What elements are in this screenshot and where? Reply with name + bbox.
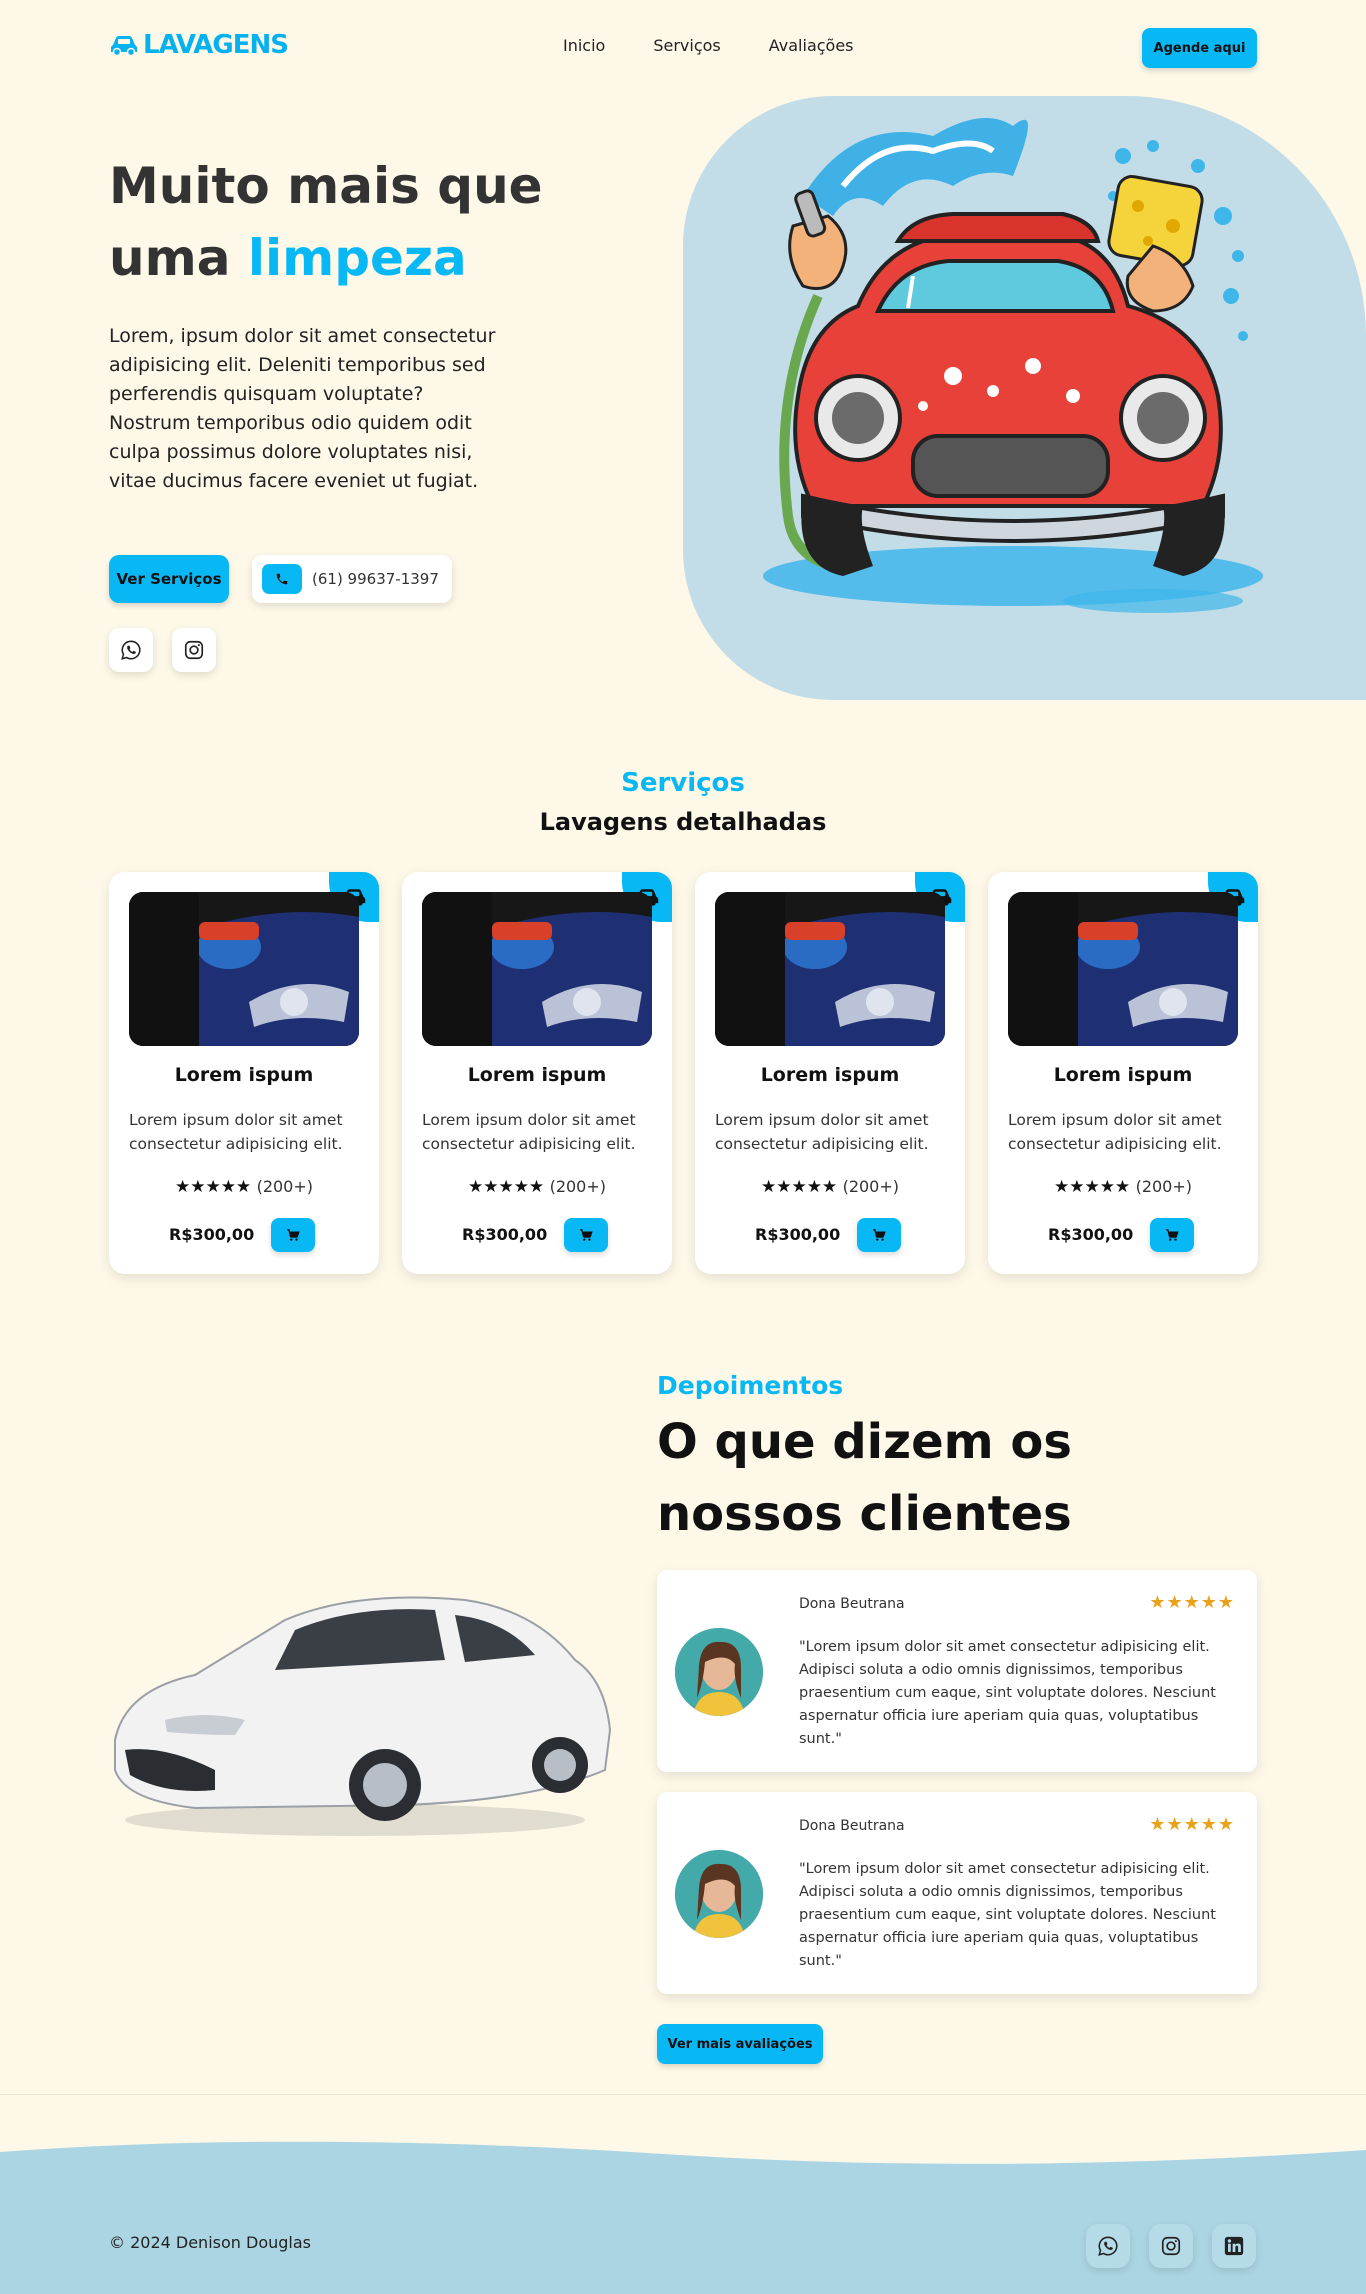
add-to-cart-button[interactable] bbox=[857, 1218, 901, 1252]
hero-whatsapp-button[interactable] bbox=[109, 628, 153, 672]
service-card: Lorem ispum Lorem ipsum dolor sit amet c… bbox=[988, 872, 1258, 1274]
service-photo bbox=[129, 892, 359, 1046]
section-divider bbox=[0, 2094, 1366, 2095]
hero-title-line2: uma bbox=[109, 229, 248, 287]
service-description: Lorem ipsum dolor sit amet consectetur a… bbox=[422, 1111, 636, 1153]
testimonial-card: Dona Beutrana ★★★★★ "Lorem ipsum dolor s… bbox=[657, 1570, 1257, 1772]
service-photo bbox=[422, 892, 652, 1046]
car-icon bbox=[111, 36, 137, 56]
phone-icon bbox=[262, 564, 302, 594]
service-title: Lorem ispum bbox=[1053, 1064, 1193, 1086]
nav-avaliacoes[interactable]: Avaliações bbox=[769, 36, 854, 55]
review-text: "Lorem ipsum dolor sit amet consectetur … bbox=[799, 1861, 1216, 1969]
ver-servicos-button[interactable]: Ver Serviços bbox=[109, 555, 229, 603]
logo-text: LAVAGENS bbox=[143, 30, 289, 60]
phone-number: (61) 99637-1397 bbox=[312, 570, 439, 588]
testimonials-subtitle: Depoimentos bbox=[657, 1371, 844, 1400]
service-price: R$300,00 bbox=[169, 1225, 255, 1244]
services-subtitle: Serviços bbox=[621, 768, 745, 798]
hero-title: Muito mais que uma limpeza bbox=[109, 150, 629, 294]
hero-title-line1: Muito mais que bbox=[109, 157, 543, 215]
service-rating: ★★★★★ (200+) bbox=[695, 1177, 965, 1197]
nav-servicos[interactable]: Serviços bbox=[653, 36, 720, 55]
service-description: Lorem ipsum dolor sit amet consectetur a… bbox=[1008, 1111, 1222, 1153]
hero-title-accent: limpeza bbox=[247, 229, 467, 287]
service-card: Lorem ispum Lorem ipsum dolor sit amet c… bbox=[695, 872, 965, 1274]
phone-contact[interactable]: (61) 99637-1397 bbox=[252, 555, 452, 603]
star-icons: ★★★★★ bbox=[1053, 1177, 1131, 1197]
service-title: Lorem ispum bbox=[467, 1064, 607, 1086]
service-description: Lorem ipsum dolor sit amet consectetur a… bbox=[715, 1111, 929, 1153]
hero-car-wash-illustration bbox=[683, 96, 1366, 700]
service-photo bbox=[1008, 892, 1238, 1046]
reviewer-name: Dona Beutrana bbox=[799, 1818, 905, 1834]
rating-count: (200+) bbox=[549, 1177, 607, 1196]
rating-count: (200+) bbox=[842, 1177, 900, 1196]
instagram-icon bbox=[1161, 2236, 1181, 2256]
whatsapp-icon bbox=[1098, 2236, 1118, 2256]
service-price: R$300,00 bbox=[462, 1225, 548, 1244]
whatsapp-icon bbox=[121, 640, 141, 660]
nav-inicio[interactable]: Inicio bbox=[563, 36, 605, 55]
site-header: LAVAGENS Inicio Serviços Avaliações Agen… bbox=[0, 0, 1366, 96]
cart-icon bbox=[1166, 1229, 1179, 1241]
ver-mais-avaliacoes-button[interactable]: Ver mais avaliações bbox=[657, 2024, 823, 2064]
testimonial-card: Dona Beutrana ★★★★★ "Lorem ipsum dolor s… bbox=[657, 1792, 1257, 1994]
avatar bbox=[675, 1628, 763, 1716]
add-to-cart-button[interactable] bbox=[271, 1218, 315, 1252]
testimonials-title: O que dizem os nossos clientes bbox=[657, 1414, 1072, 1542]
rating-count: (200+) bbox=[1135, 1177, 1193, 1196]
services-title: Lavagens detalhadas bbox=[539, 808, 827, 836]
service-description: Lorem ipsum dolor sit amet consectetur a… bbox=[129, 1111, 343, 1153]
footer-whatsapp-button[interactable] bbox=[1086, 2224, 1130, 2268]
main-nav: Inicio Serviços Avaliações bbox=[563, 36, 854, 55]
rating-count: (200+) bbox=[256, 1177, 314, 1196]
logo[interactable]: LAVAGENS bbox=[109, 30, 289, 60]
service-price: R$300,00 bbox=[1048, 1225, 1134, 1244]
linkedin-icon bbox=[1224, 2236, 1244, 2256]
star-icons: ★★★★★ bbox=[174, 1177, 252, 1197]
cart-icon bbox=[287, 1229, 300, 1241]
cart-icon bbox=[580, 1229, 593, 1241]
hero-description: Lorem, ipsum dolor sit amet consectetur … bbox=[109, 325, 496, 492]
cart-icon bbox=[873, 1229, 886, 1241]
add-to-cart-button[interactable] bbox=[564, 1218, 608, 1252]
reviewer-rating: ★★★★★ bbox=[1149, 1814, 1235, 1835]
footer-linkedin-button[interactable] bbox=[1212, 2224, 1256, 2268]
instagram-icon bbox=[184, 640, 204, 660]
service-photo bbox=[715, 892, 945, 1046]
white-car-image bbox=[105, 1570, 615, 1850]
service-price: R$300,00 bbox=[755, 1225, 841, 1244]
hero-instagram-button[interactable] bbox=[172, 628, 216, 672]
add-to-cart-button[interactable] bbox=[1150, 1218, 1194, 1252]
avatar bbox=[675, 1850, 763, 1938]
service-card: Lorem ispum Lorem ipsum dolor sit amet c… bbox=[109, 872, 379, 1274]
service-rating: ★★★★★ (200+) bbox=[402, 1177, 672, 1197]
footer-instagram-button[interactable] bbox=[1149, 2224, 1193, 2268]
copyright: © 2024 Denison Douglas bbox=[109, 2233, 311, 2252]
reviewer-name: Dona Beutrana bbox=[799, 1596, 905, 1612]
footer-background bbox=[0, 2141, 1366, 2294]
service-title: Lorem ispum bbox=[760, 1064, 900, 1086]
service-rating: ★★★★★ (200+) bbox=[109, 1177, 379, 1197]
agende-button[interactable]: Agende aqui bbox=[1142, 28, 1257, 68]
star-icons: ★★★★★ bbox=[467, 1177, 545, 1197]
reviewer-rating: ★★★★★ bbox=[1149, 1592, 1235, 1613]
service-rating: ★★★★★ (200+) bbox=[988, 1177, 1258, 1197]
service-card: Lorem ispum Lorem ipsum dolor sit amet c… bbox=[402, 872, 672, 1274]
review-text: "Lorem ipsum dolor sit amet consectetur … bbox=[799, 1639, 1216, 1747]
service-title: Lorem ispum bbox=[174, 1064, 314, 1086]
star-icons: ★★★★★ bbox=[760, 1177, 838, 1197]
